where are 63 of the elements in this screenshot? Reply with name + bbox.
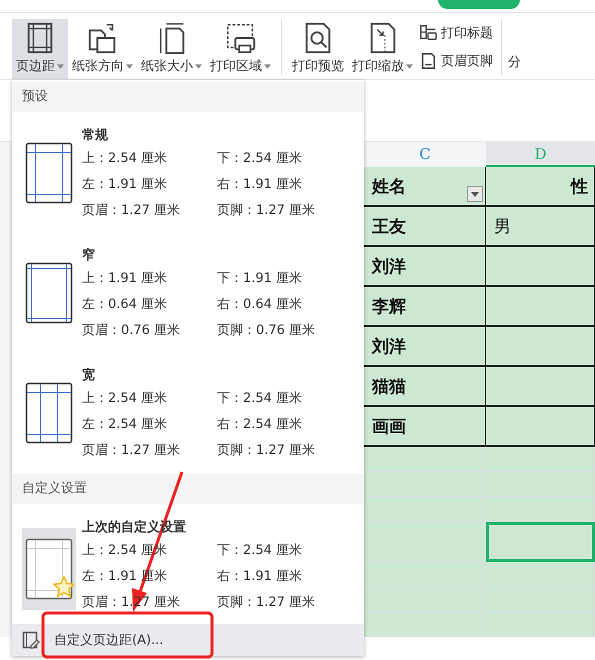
ribbon-button[interactable]: 打印预览 — [288, 19, 348, 79]
table-cell[interactable] — [486, 407, 595, 447]
table-cell[interactable] — [486, 287, 595, 327]
margin-value: 右：2.54 厘米 — [217, 416, 304, 434]
ribbon-button[interactable]: 页边距 — [12, 19, 68, 79]
margin-value: 页眉：0.76 厘米 — [82, 322, 182, 340]
page-edit-icon — [22, 631, 40, 649]
section-header: 预设 — [12, 82, 364, 112]
table-cell[interactable]: 猫猫 — [364, 367, 486, 407]
margin-preset[interactable]: 宽 上：2.54 厘米 下：2.54 厘米 左：2.54 厘米 右：2.54 厘米 页眉：1.27 厘米 页脚：1.27 厘米 — [12, 352, 364, 472]
table-cell[interactable] — [486, 367, 595, 407]
table-cell[interactable]: 刘洋 — [364, 327, 486, 367]
margin-value: 左：0.64 厘米 — [82, 296, 168, 314]
margin-value: 页脚：1.27 厘米 — [217, 594, 316, 612]
page-margins-icon — [24, 141, 74, 205]
margin-value: 右：1.91 厘米 — [217, 176, 304, 194]
ribbon-button[interactable]: 页眉页脚 — [417, 51, 495, 71]
page-margins-icon — [24, 381, 74, 445]
margin-value: 上：2.54 厘米 — [82, 150, 168, 168]
custom-margins-button[interactable]: 自定义页边距(A)... — [12, 624, 364, 656]
margin-value: 页脚：1.27 厘米 — [217, 202, 316, 220]
table-cell[interactable]: 画画 — [364, 407, 486, 447]
ribbon-button[interactable]: 打印区域 — [206, 19, 275, 79]
margin-value: 下：1.91 厘米 — [217, 270, 304, 288]
table-cell[interactable]: 性 — [486, 167, 595, 207]
preset-title: 宽 — [82, 366, 96, 385]
margin-value: 右：1.91 厘米 — [217, 568, 304, 586]
row-header[interactable] — [0, 612, 13, 637]
filter-button[interactable] — [467, 186, 483, 202]
margin-value: 右：0.64 厘米 — [217, 296, 304, 314]
ribbon-button[interactable]: 打印缩放 — [348, 19, 417, 79]
margin-value: 下：2.54 厘米 — [217, 542, 304, 560]
margin-preset[interactable]: 窄 上：1.91 厘米 下：1.91 厘米 左：0.64 厘米 右：0.64 厘米 页眉：0.76 厘米 页脚：0.76 厘米 — [12, 232, 364, 352]
margin-value: 上：1.91 厘米 — [82, 270, 168, 288]
ribbon-button[interactable]: 打印标题 — [417, 23, 495, 43]
table-cell[interactable] — [486, 247, 595, 287]
table-cell[interactable]: 姓名 — [364, 167, 486, 207]
margin-value: 左：2.54 厘米 — [82, 416, 168, 434]
preset-title: 窄 — [82, 246, 96, 265]
ribbon-button[interactable]: 纸张方向 — [68, 19, 137, 79]
table-cell[interactable] — [486, 327, 595, 367]
ribbon-button[interactable]: 纸张大小 — [137, 19, 206, 79]
margin-value: 页脚：0.76 厘米 — [217, 322, 316, 340]
margin-value: 页眉：1.27 厘米 — [82, 202, 182, 220]
margin-value: 上：2.54 厘米 — [82, 390, 168, 408]
margin-value: 下：2.54 厘米 — [217, 390, 304, 408]
table-cell[interactable] — [486, 522, 595, 562]
margin-value: 页脚：1.27 厘米 — [217, 442, 316, 460]
table-cell[interactable]: 男 — [486, 207, 595, 247]
caret-icon — [471, 192, 479, 196]
margin-value: 下：2.54 厘米 — [217, 150, 304, 168]
table-cell[interactable]: 王友 — [364, 207, 486, 247]
margin-value: 左：1.91 厘米 — [82, 176, 168, 194]
table-cell[interactable]: 刘洋 — [364, 247, 486, 287]
margin-preset[interactable]: 常规 上：2.54 厘米 下：2.54 厘米 左：1.91 厘米 右：1.91 厘米 页眉：1.27 厘米 页脚：1.27 厘米 — [12, 112, 364, 232]
section-header: 自定义设置 — [12, 474, 364, 504]
page-margins-icon — [24, 261, 74, 325]
ribbon-label: 分 — [508, 54, 521, 71]
preset-title: 常规 — [82, 127, 109, 145]
page-icon — [419, 52, 437, 70]
margin-value: 页眉：1.27 厘米 — [82, 442, 182, 460]
table-cell[interactable]: 李辉 — [364, 287, 486, 327]
title-rows-icon — [419, 24, 437, 42]
